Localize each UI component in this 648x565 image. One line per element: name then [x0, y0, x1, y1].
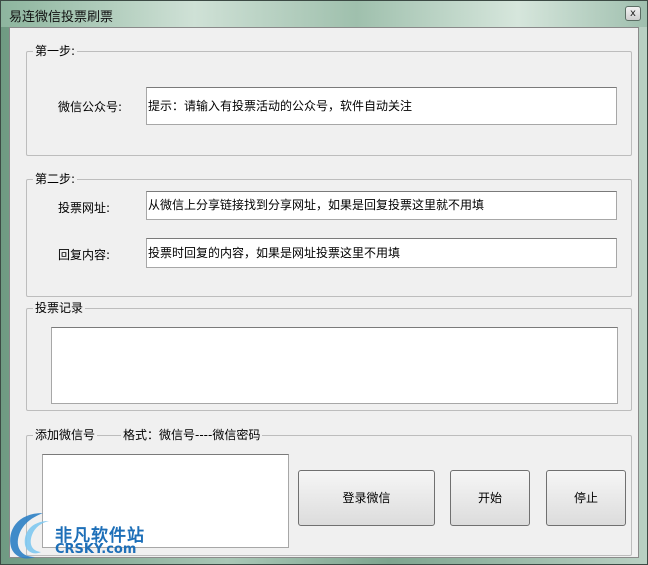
official-account-label: 微信公众号:: [58, 100, 123, 114]
step1-group-label: 第一步:: [33, 44, 78, 58]
title-bar[interactable]: 易连微信投票刷票 x: [1, 1, 647, 27]
reply-content-input[interactable]: 投票时回复的内容，如果是网址投票这里不用填: [146, 238, 617, 268]
vote-record-group: 投票记录: [26, 301, 632, 411]
login-wechat-button[interactable]: 登录微信: [298, 470, 435, 526]
official-account-input[interactable]: 提示：请输入有投票活动的公众号，软件自动关注: [146, 87, 617, 125]
client-area: 第一步: 微信公众号: 提示：请输入有投票活动的公众号，软件自动关注 第二步: …: [9, 27, 639, 558]
add-account-group-label: 添加微信号: [33, 428, 98, 442]
crsky-watermark: 非凡软件站 CRSKY.com: [3, 507, 161, 563]
main-window: 易连微信投票刷票 x 第一步: 微信公众号: 提示：请输入有投票活动的公众号，软…: [0, 0, 648, 565]
watermark-domain-text: CRSKY.com: [55, 542, 137, 557]
reply-content-label: 回复内容:: [58, 248, 111, 262]
vote-url-label: 投票网址:: [58, 201, 111, 215]
close-button[interactable]: x: [625, 6, 641, 21]
window-title: 易连微信投票刷票: [9, 10, 114, 25]
vote-record-group-label: 投票记录: [33, 301, 86, 315]
start-button[interactable]: 开始: [450, 470, 530, 526]
crsky-logo-icon: [10, 513, 49, 559]
step2-group: 第二步: 投票网址: 从微信上分享链接找到分享网址，如果是回复投票这里就不用填 …: [26, 172, 632, 297]
vote-url-input[interactable]: 从微信上分享链接找到分享网址，如果是回复投票这里就不用填: [146, 191, 617, 220]
format-hint-label: 格式：微信号----微信密码: [121, 428, 263, 442]
step2-group-label: 第二步:: [33, 172, 78, 186]
vote-record-textarea[interactable]: [51, 327, 618, 404]
step1-group: 第一步: 微信公众号: 提示：请输入有投票活动的公众号，软件自动关注: [26, 44, 632, 156]
stop-button[interactable]: 停止: [546, 470, 626, 526]
